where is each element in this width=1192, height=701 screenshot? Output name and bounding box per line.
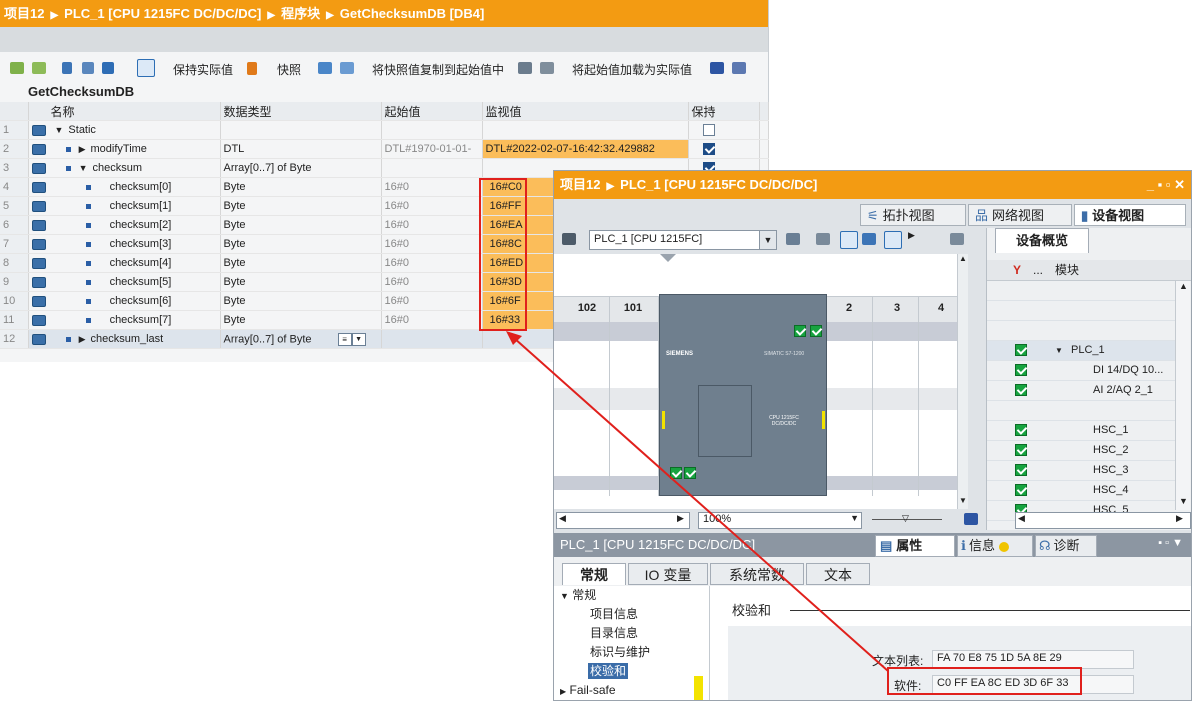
arrow-line bbox=[513, 337, 889, 672]
annotation-arrow bbox=[506, 331, 889, 672]
